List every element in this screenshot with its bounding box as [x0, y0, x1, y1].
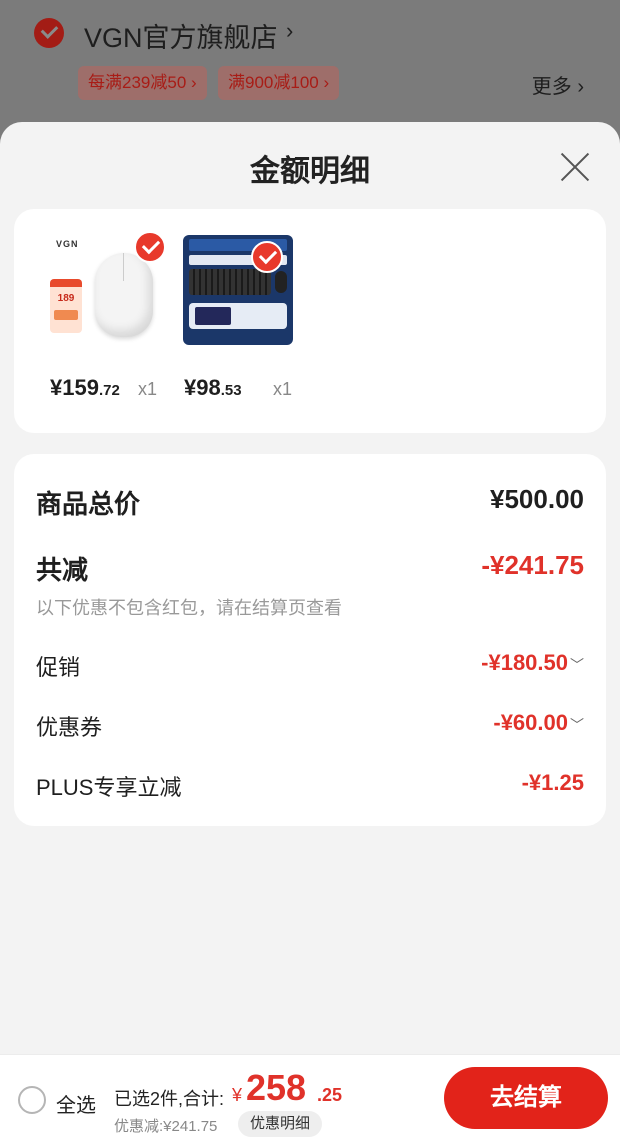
price-summary-card: 商品总价 ¥500.00 共减 -¥241.75 以下优惠不包含红包，请在结算页… — [14, 454, 606, 826]
product-thumbnail-keyboard[interactable] — [183, 235, 293, 345]
promotion-value-toggle[interactable]: -¥180.50 ﹀ — [481, 650, 584, 676]
chevron-down-icon: ﹀ — [570, 717, 584, 733]
plus-discount-value: -¥1.25 — [521, 770, 584, 795]
select-all-radio[interactable] — [18, 1086, 46, 1114]
product-quantity: x1 — [138, 379, 158, 399]
selected-check-icon — [251, 241, 283, 273]
price-tag-image: 189 — [50, 279, 82, 333]
select-all-label[interactable]: 全选 — [56, 1089, 96, 1118]
total-amount: 258 — [246, 1067, 307, 1108]
product-list-card: VGN 189 ¥159.72 x1 ¥98.53 x1 — [14, 209, 606, 433]
discount-note: 以下优惠不包含红包，请在结算页查看 — [36, 598, 342, 618]
more-promos-link[interactable]: 更多 › — [532, 70, 584, 99]
total-price-label: 商品总价 — [36, 489, 141, 519]
promotion-label: 促销 — [36, 655, 81, 680]
promo-tag[interactable]: 每满239减50 › — [78, 66, 207, 100]
keyboard-info-panel — [189, 303, 287, 329]
mouse-image — [275, 271, 287, 293]
product-price: ¥159.72 — [50, 375, 120, 400]
shop-header: VGN官方旗舰店 › 每满239减50 › 满900减100 › 更多 › — [0, 0, 620, 140]
sheet-title: 金额明细 — [250, 155, 370, 188]
product-quantity: x1 — [273, 379, 293, 399]
shop-name[interactable]: VGN官方旗舰店 — [84, 16, 278, 55]
mouse-image — [95, 253, 153, 337]
discount-total-label: 共减 — [36, 555, 89, 585]
total-currency: ¥ — [232, 1085, 243, 1105]
selected-check-icon — [134, 231, 166, 263]
total-price-value: ¥500.00 — [490, 484, 584, 514]
product-brand-logo: VGN — [56, 239, 79, 249]
coupon-label: 优惠券 — [36, 715, 103, 740]
discount-detail-button[interactable]: 优惠明细 — [238, 1111, 323, 1137]
keyboard-image — [189, 269, 271, 295]
shop-check-icon[interactable] — [34, 18, 64, 48]
selected-count-text: 已选2件,合计: — [114, 1089, 225, 1109]
chevron-down-icon: ﹀ — [570, 657, 584, 673]
product-thumbnail-mouse[interactable]: VGN 189 — [48, 231, 166, 347]
checkout-bar: 全选 已选2件,合计: ¥ 258 .25 优惠减:¥241.75 优惠明细 去… — [0, 1054, 620, 1142]
checkout-button[interactable]: 去结算 — [444, 1067, 608, 1129]
total-amount-decimal: .25 — [317, 1085, 343, 1105]
promo-tag[interactable]: 满900减100 › — [218, 66, 340, 100]
amount-detail-sheet: 金额明细 VGN 189 ¥159.72 x1 ¥98.53 x1 商品总价 ¥… — [0, 122, 620, 1142]
saved-amount: 优惠减:¥241.75 — [114, 1118, 218, 1135]
coupon-value-toggle[interactable]: -¥60.00 ﹀ — [493, 710, 584, 736]
chevron-right-icon: › — [286, 18, 294, 43]
close-icon[interactable] — [560, 152, 590, 182]
product-price: ¥98.53 — [184, 375, 242, 400]
discount-total-value: -¥241.75 — [481, 550, 584, 580]
plus-discount-label: PLUS专享立减 — [36, 775, 182, 800]
